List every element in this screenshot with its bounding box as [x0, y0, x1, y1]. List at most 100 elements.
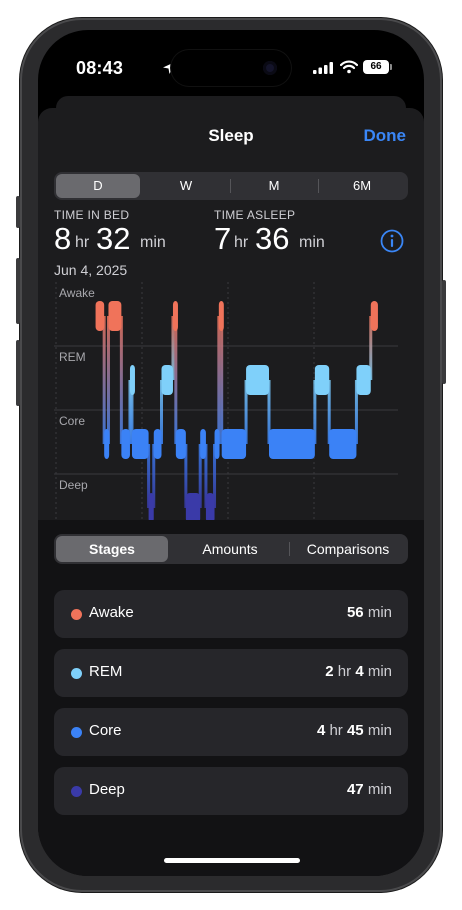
tab-stages[interactable]: Stages	[56, 536, 168, 562]
stage-name: REM	[89, 663, 123, 680]
cellular-signal-icon	[313, 62, 333, 74]
stage-label-core: Core	[59, 414, 85, 428]
screen: 08:43 66 Sleep Done D W M 6M TIME IN BED…	[38, 30, 424, 876]
time-asleep-minutes: 36	[255, 221, 290, 256]
stage-duration: 2 hr 4 min	[325, 663, 392, 680]
segment-core	[121, 429, 130, 459]
info-circle-icon[interactable]	[380, 229, 404, 253]
stage-duration: 56 min	[347, 604, 392, 621]
time-in-bed-minutes-unit: min	[140, 234, 166, 251]
time-in-bed-minutes: 32	[96, 221, 131, 256]
duration-minutes: 47	[346, 781, 364, 798]
dynamic-island	[171, 50, 291, 86]
time-asleep-hours: 7	[214, 221, 232, 256]
sleep-date: Jun 4, 2025	[54, 262, 128, 278]
core-color-dot	[71, 727, 82, 738]
time-range-selector: D W M 6M	[54, 172, 408, 200]
stage-label-awake: Awake	[59, 286, 95, 300]
battery-icon: 66	[363, 60, 392, 74]
awake-color-dot	[71, 609, 82, 620]
time-asleep-label: TIME ASLEEP	[214, 208, 296, 222]
segment-rem	[129, 365, 135, 395]
stage-transition	[102, 316, 106, 444]
stage-row-awake[interactable]: Awake 56 min	[54, 590, 408, 638]
volume-down-button	[16, 340, 20, 406]
home-indicator[interactable]	[164, 858, 300, 863]
volume-up-button	[16, 258, 20, 324]
segment-rem	[314, 365, 330, 395]
segment-core	[104, 429, 110, 459]
time-in-bed-hours-unit: hr	[75, 234, 90, 251]
wifi-icon	[340, 60, 358, 74]
segment-deep	[185, 493, 201, 523]
stage-label-rem: REM	[59, 350, 86, 364]
stage-row-deep[interactable]: Deep 47 min	[54, 767, 408, 815]
segment-awake	[370, 301, 378, 331]
segment-rem	[246, 365, 269, 395]
segment-core	[221, 429, 247, 459]
stage-duration: 47 min	[347, 781, 392, 798]
power-button	[442, 280, 446, 384]
status-time: 08:43	[76, 58, 124, 78]
segment-awake	[218, 301, 224, 331]
action-button	[16, 196, 20, 228]
rem-color-dot	[71, 668, 82, 679]
time-in-bed-hours: 8	[54, 221, 72, 256]
deep-color-dot	[71, 786, 82, 797]
stage-row-core[interactable]: Core 4 hr 45 min	[54, 708, 408, 756]
segment-divider	[318, 179, 319, 193]
duration-minutes-unit: min	[367, 604, 392, 621]
time-asleep-minutes-unit: min	[299, 234, 325, 251]
segment-deep	[148, 493, 154, 523]
duration-minutes-unit: min	[367, 722, 392, 739]
stage-details-panel: Stages Amounts Comparisons Awake 56 min …	[38, 520, 424, 876]
time-in-bed-label: TIME IN BED	[54, 208, 130, 222]
range-option-day[interactable]: D	[56, 174, 140, 198]
stage-transition	[217, 316, 221, 444]
stage-transition	[119, 316, 123, 444]
segment-divider	[230, 179, 231, 193]
segment-core	[269, 429, 315, 459]
segment-deep	[205, 493, 215, 523]
duration-minutes: 4	[355, 663, 364, 680]
segment-awake	[172, 301, 178, 331]
segment-awake	[108, 301, 122, 331]
duration-hours: 2	[325, 663, 334, 680]
segment-core	[153, 429, 162, 459]
range-option-month[interactable]: M	[232, 174, 316, 198]
duration-hours-unit: hr	[337, 663, 352, 680]
stage-label-deep: Deep	[59, 478, 88, 492]
duration-minutes: 45	[346, 722, 364, 739]
stage-duration: 4 hr 45 min	[317, 722, 392, 739]
duration-hours: 4	[316, 722, 326, 739]
range-option-6-months[interactable]: 6M	[320, 174, 404, 198]
segment-awake	[95, 301, 105, 331]
segment-core	[200, 429, 206, 459]
detail-tabs: Stages Amounts Comparisons	[54, 534, 408, 564]
status-bar: 08:43 66	[38, 30, 424, 100]
segment-core	[329, 429, 357, 459]
duration-minutes: 56	[346, 604, 364, 621]
done-button[interactable]: Done	[364, 126, 407, 146]
front-camera	[263, 61, 277, 75]
tab-comparisons[interactable]: Comparisons	[290, 536, 406, 562]
range-option-week[interactable]: W	[144, 174, 228, 198]
segment-core	[175, 429, 186, 459]
stage-name: Core	[89, 722, 122, 739]
duration-minutes-unit: min	[367, 663, 392, 680]
segment-core	[214, 429, 220, 459]
tab-amounts[interactable]: Amounts	[172, 536, 288, 562]
segment-rem	[356, 365, 371, 395]
stage-transition	[174, 316, 178, 444]
sleep-sheet: Sleep Done D W M 6M TIME IN BED 8 hr 32 …	[38, 108, 424, 876]
duration-hours-unit: hr	[329, 722, 343, 739]
segment-rem	[161, 365, 173, 395]
duration-minutes-unit: min	[367, 781, 392, 798]
stage-transition	[220, 316, 224, 444]
stage-transition	[106, 316, 110, 444]
sleep-stages-chart: 20:0023:0002:0005:00AwakeREMCoreDeep	[54, 282, 398, 555]
stage-name: Awake	[89, 604, 134, 621]
segment-core	[131, 429, 149, 459]
stage-row-rem[interactable]: REM 2 hr 4 min	[54, 649, 408, 697]
time-asleep-hours-unit: hr	[234, 234, 249, 251]
